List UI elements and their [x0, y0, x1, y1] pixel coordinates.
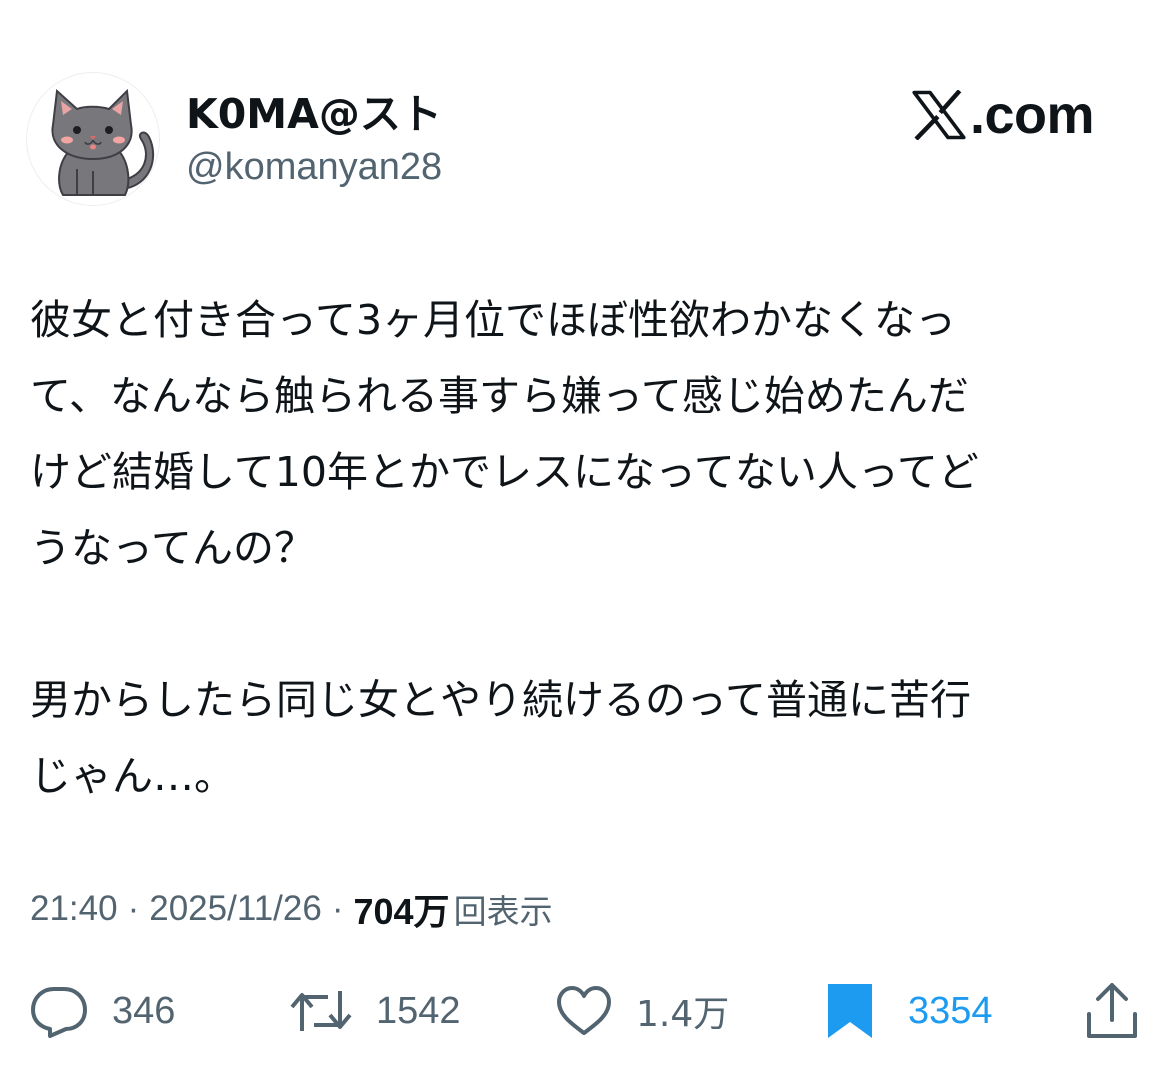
retweet-button[interactable]: 1542: [288, 976, 461, 1046]
x-logo-icon: [912, 90, 966, 140]
like-icon: [557, 986, 611, 1035]
avatar[interactable]: [26, 72, 160, 206]
tweet-line: けど結婚して10年とかでレスになってない人ってど: [30, 448, 979, 496]
views-count: 704万: [353, 891, 450, 932]
reply-button[interactable]: 346: [28, 976, 175, 1046]
like-button[interactable]: 1.4万: [554, 976, 729, 1046]
like-count: 1.4万: [636, 994, 730, 1035]
share-button[interactable]: [1084, 976, 1140, 1046]
tweet-meta: 21:40 · 2025/11/26 · 704万 回表示: [30, 884, 553, 934]
author-name[interactable]: K0MA@スト: [186, 88, 442, 140]
action-bar: 346 1542 1.4万 3354: [0, 976, 1170, 1046]
retweet-count: 1542: [376, 989, 461, 1032]
tweet-text: 彼女と付き合って3ヶ月位でほぼ性欲わかなくなっ て、なんなら触られる事すら嫌って…: [30, 282, 1140, 814]
reply-icon: [31, 987, 87, 1038]
tweet-line: 男からしたら同じ女とやり続けるのって普通に苦行: [30, 676, 971, 724]
bookmark-button[interactable]: 3354: [826, 976, 993, 1046]
tweet-line: 彼女と付き合って3ヶ月位でほぼ性欲わかなくなっ: [30, 296, 957, 344]
meta-separator: ·: [331, 889, 344, 928]
brand-logo: .com: [912, 82, 1095, 148]
meta-separator: ·: [127, 889, 140, 928]
tweet-line: うなってんの？: [30, 524, 315, 572]
reply-count: 346: [112, 989, 176, 1032]
brand-domain: .com: [970, 85, 1095, 145]
tweet-time[interactable]: 21:40: [30, 889, 118, 929]
bookmark-icon: [828, 984, 872, 1038]
share-icon: [1087, 983, 1137, 1038]
tweet-date[interactable]: 2025/11/26: [149, 889, 322, 929]
tweet-line: じゃん…。: [30, 752, 235, 800]
cat-avatar-icon: [51, 88, 154, 196]
retweet-icon: [290, 991, 352, 1031]
views-label: 回表示: [453, 892, 553, 931]
bookmark-count: 3354: [908, 989, 993, 1032]
tweet-line: て、なんなら触られる事すら嫌って感じ始めたんだ: [30, 372, 969, 420]
author-handle[interactable]: @komanyan28: [186, 142, 442, 192]
